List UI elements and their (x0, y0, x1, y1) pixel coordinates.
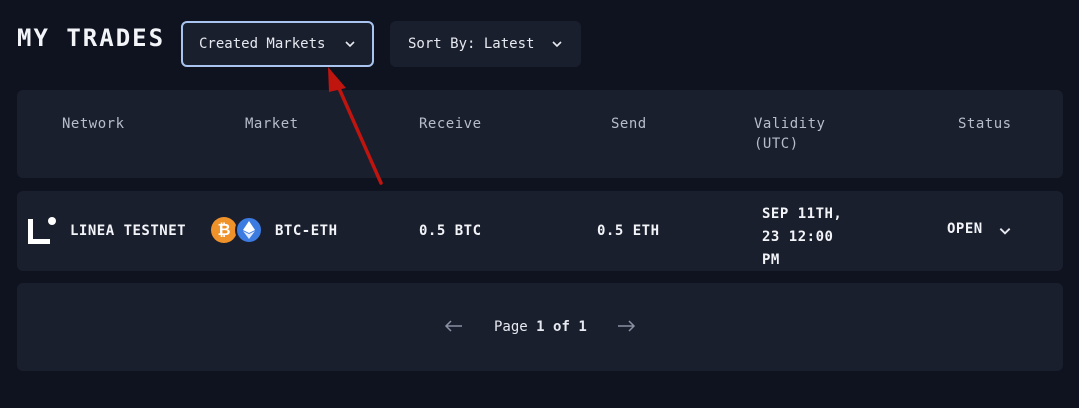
send-amount: 0.5 ETH (597, 223, 660, 239)
linea-logo-icon (28, 217, 56, 244)
validity-time: 23 12:00 (762, 229, 834, 245)
validity-period: PM (762, 252, 780, 268)
receive-amount: 0.5 BTC (419, 223, 482, 239)
network-name: LINEA TESTNET (70, 223, 187, 239)
previous-page-arrow-icon[interactable] (444, 317, 464, 335)
page-separator: of (553, 319, 570, 335)
column-header-validity: Validity (UTC) (754, 114, 825, 154)
page-label: Page (494, 319, 528, 335)
status-badge: OPEN (947, 221, 983, 237)
column-header-network: Network (62, 116, 125, 132)
validity-header-line: Validity (754, 116, 826, 132)
market-filter-dropdown[interactable]: Created Markets (181, 21, 374, 67)
sort-value: Sort By: Latest (408, 36, 535, 52)
page-indicator: Page 1 of 1 (494, 319, 587, 335)
column-header-send: Send (611, 116, 647, 132)
ethereum-icon (235, 216, 263, 244)
validity-datetime: SEP 11TH, 23 12:00 PM (762, 203, 842, 272)
validity-header-unit: (UTC) (754, 136, 799, 152)
current-page: 1 (536, 319, 545, 335)
column-header-receive: Receive (419, 116, 482, 132)
chevron-down-icon (552, 41, 562, 48)
next-page-arrow-icon[interactable] (616, 317, 636, 335)
market-filter-value: Created Markets (199, 36, 326, 52)
table-header: Network Market Receive Send Validity (UT… (17, 90, 1063, 178)
table-row[interactable]: LINEA TESTNET ₿ BTC-ETH 0.5 BTC 0.5 ETH … (17, 191, 1063, 271)
sort-dropdown[interactable]: Sort By: Latest (390, 21, 581, 67)
bitcoin-icon: ₿ (211, 217, 237, 243)
total-pages: 1 (578, 319, 587, 335)
page-title: MY TRADES (17, 24, 166, 52)
column-header-status: Status (958, 116, 1012, 132)
column-header-market: Market (245, 116, 299, 132)
chevron-down-icon (345, 41, 355, 48)
validity-date: SEP 11TH, (762, 206, 843, 222)
expand-chevron-icon[interactable] (998, 224, 1012, 238)
pagination: Page 1 of 1 (17, 283, 1063, 371)
market-pair: BTC-ETH (275, 223, 338, 239)
